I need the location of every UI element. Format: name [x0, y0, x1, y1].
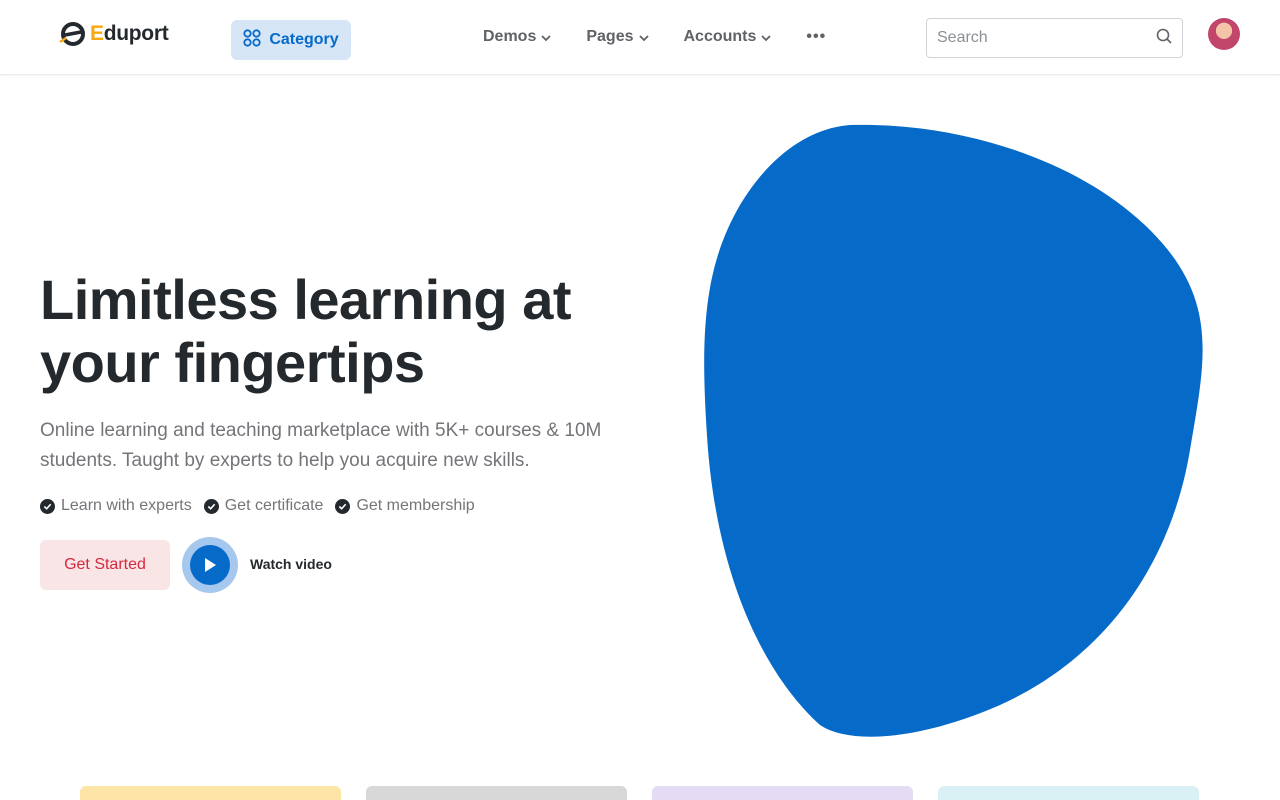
nav-pages-label: Pages: [586, 28, 634, 45]
category-button[interactable]: Category: [231, 20, 351, 60]
category-card[interactable]: [80, 786, 341, 800]
category-label: Category: [269, 31, 339, 48]
chevron-down-icon: [541, 34, 551, 41]
hero-title: Limitless learning at your fingertips: [40, 268, 660, 394]
site-header: Eduport Category Demos Pages Accounts ••…: [0, 0, 1280, 75]
feature-list: Learn with experts Get certificate Get m…: [40, 497, 475, 515]
avatar[interactable]: [1208, 18, 1240, 50]
logo-text: Eduport: [90, 22, 169, 46]
watch-video-link[interactable]: Watch video: [250, 556, 332, 572]
nav-more-button[interactable]: •••: [806, 28, 826, 46]
check-badge-icon: [40, 498, 55, 514]
feature-item: Learn with experts: [40, 497, 192, 515]
hero-subtitle: Online learning and teaching marketplace…: [40, 420, 602, 471]
logo-rest: duport: [103, 22, 169, 45]
play-icon: [190, 545, 230, 585]
chevron-down-icon: [761, 34, 772, 41]
nav-accounts-label: Accounts: [683, 28, 757, 45]
nav-demos[interactable]: Demos: [483, 28, 552, 46]
hero-title-highlight: fingertips: [174, 331, 425, 394]
grid-icon: [243, 28, 261, 52]
hero-title-line2: your fingertips: [40, 331, 660, 394]
eduport-logo-icon: [58, 20, 86, 48]
play-video-button[interactable]: [182, 537, 238, 593]
hero-title-line1: Limitless learning at: [40, 268, 572, 331]
category-card[interactable]: [652, 786, 913, 800]
search-input[interactable]: [937, 29, 1156, 47]
search-icon[interactable]: [1156, 28, 1172, 49]
category-card[interactable]: [938, 786, 1199, 800]
category-card[interactable]: [366, 786, 627, 800]
feature-label: Learn with experts: [61, 497, 192, 514]
get-started-button[interactable]: Get Started: [40, 540, 170, 590]
category-cards: [80, 786, 1199, 800]
hero-title-prefix: your: [40, 331, 175, 394]
main-nav: Demos Pages Accounts •••: [483, 28, 826, 46]
nav-accounts[interactable]: Accounts: [684, 28, 773, 46]
logo-initial: E: [90, 22, 104, 45]
nav-demos-label: Demos: [483, 28, 537, 45]
logo[interactable]: Eduport: [58, 20, 169, 48]
search-box: [926, 18, 1183, 58]
hero-blob-shape: [704, 124, 1203, 737]
feature-label: Get membership: [356, 497, 475, 514]
feature-item: Get certificate: [203, 497, 324, 515]
feature-label: Get certificate: [224, 497, 324, 514]
feature-item: Get membership: [335, 497, 475, 515]
nav-pages[interactable]: Pages: [586, 28, 649, 46]
check-badge-icon: [335, 498, 351, 514]
chevron-down-icon: [638, 34, 649, 41]
check-badge-icon: [203, 498, 219, 514]
